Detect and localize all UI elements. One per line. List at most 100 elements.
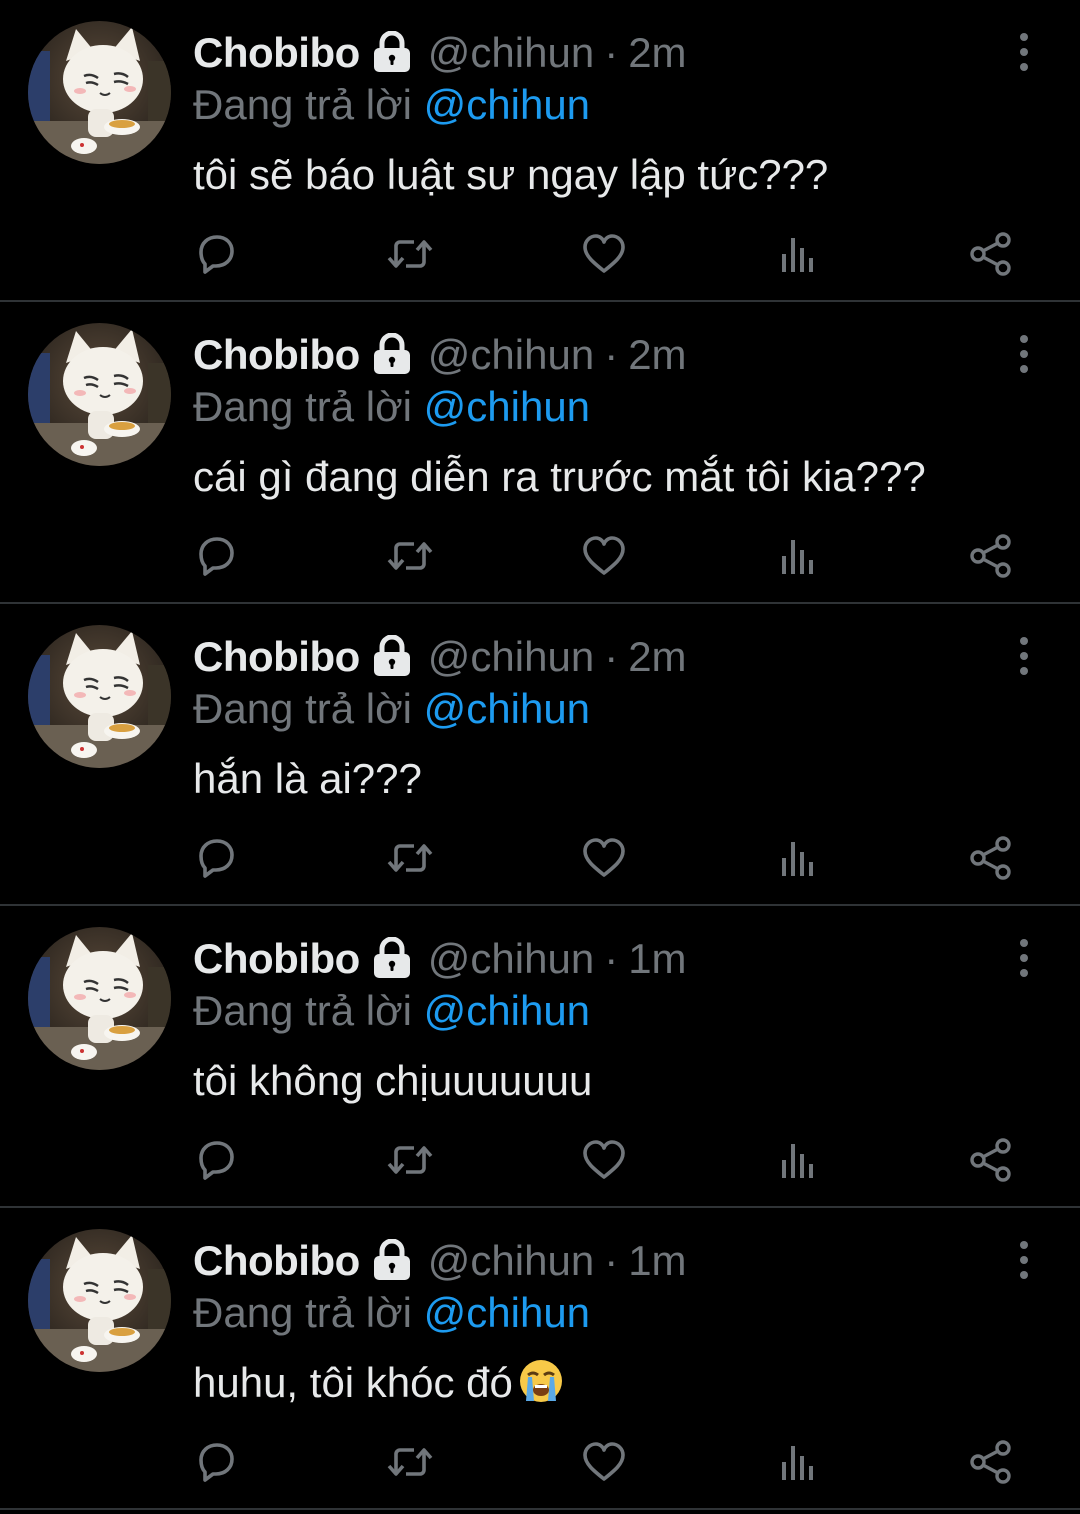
retweet-button[interactable]	[386, 834, 434, 882]
handle[interactable]: @chihun	[428, 1236, 594, 1286]
reply-button[interactable]	[192, 532, 240, 580]
more-vertical-icon[interactable]	[1014, 634, 1034, 678]
retweet-button[interactable]	[386, 532, 434, 580]
reply-prefix: Đang trả lời	[193, 685, 412, 732]
separator: ·	[604, 633, 619, 680]
share-button[interactable]	[967, 1136, 1015, 1184]
views-button[interactable]	[774, 834, 822, 882]
handle[interactable]: @chihun	[428, 330, 594, 380]
tweet[interactable]: Chobibo @chihun · 1m Đang trả lời @chihu…	[0, 1208, 1080, 1510]
tweet-header: Chobibo @chihun · 2m	[193, 28, 687, 78]
more-vertical-icon[interactable]	[1014, 332, 1034, 376]
reply-to-handle[interactable]: @chihun	[424, 383, 590, 430]
reply-prefix: Đang trả lời	[193, 987, 412, 1034]
like-button[interactable]	[580, 834, 628, 882]
reply-button[interactable]	[192, 834, 240, 882]
like-button[interactable]	[580, 532, 628, 580]
replying-to: Đang trả lời @chihun	[193, 684, 590, 734]
share-button[interactable]	[967, 1438, 1015, 1486]
action-bar	[0, 834, 1080, 886]
timestamp[interactable]: 2m	[628, 632, 686, 682]
display-name[interactable]: Chobibo	[193, 330, 360, 380]
tweet-header: Chobibo @chihun · 2m	[193, 632, 687, 682]
more-vertical-icon[interactable]	[1014, 30, 1034, 74]
reply-to-handle[interactable]: @chihun	[424, 987, 590, 1034]
heart-icon	[583, 1140, 625, 1179]
tweet[interactable]: Chobibo @chihun · 2m Đang trả lời @chihu…	[0, 0, 1080, 302]
reply-button[interactable]	[192, 1136, 240, 1184]
views-icon	[782, 842, 813, 876]
retweet-icon	[387, 1146, 433, 1174]
heart-icon	[583, 838, 625, 877]
tweet-text-content: hắn là ai???	[193, 755, 422, 802]
retweet-button[interactable]	[386, 1438, 434, 1486]
share-button[interactable]	[967, 532, 1015, 580]
display-name[interactable]: Chobibo	[193, 934, 360, 984]
reply-to-handle[interactable]: @chihun	[424, 81, 590, 128]
tweet-header: Chobibo @chihun · 1m	[193, 1236, 687, 1286]
replying-to: Đang trả lời @chihun	[193, 1288, 590, 1338]
views-button[interactable]	[774, 532, 822, 580]
reply-icon	[199, 1443, 234, 1482]
reply-button[interactable]	[192, 230, 240, 278]
like-button[interactable]	[580, 1438, 628, 1486]
lock-icon	[370, 634, 414, 679]
handle[interactable]: @chihun	[428, 28, 594, 78]
views-icon	[782, 540, 813, 574]
timestamp[interactable]: 2m	[628, 28, 686, 78]
share-button[interactable]	[967, 834, 1015, 882]
more-vertical-icon[interactable]	[1014, 1238, 1034, 1282]
reply-icon	[199, 1141, 234, 1180]
reply-prefix: Đang trả lời	[193, 81, 412, 128]
display-name[interactable]: Chobibo	[193, 1236, 360, 1286]
share-icon	[970, 534, 1011, 578]
lock-icon	[370, 936, 414, 981]
retweet-icon	[387, 844, 433, 872]
lock-icon	[370, 1238, 414, 1283]
avatar[interactable]	[28, 21, 171, 164]
tweet-header: Chobibo @chihun · 1m	[193, 934, 687, 984]
views-button[interactable]	[774, 230, 822, 278]
tweet[interactable]: Chobibo @chihun · 2m Đang trả lời @chihu…	[0, 604, 1080, 906]
action-bar	[0, 532, 1080, 584]
reply-to-handle[interactable]: @chihun	[424, 1289, 590, 1336]
avatar[interactable]	[28, 625, 171, 768]
timestamp[interactable]: 1m	[628, 934, 686, 984]
tweet-text-content: huhu, tôi khóc đó	[193, 1359, 513, 1406]
display-name[interactable]: Chobibo	[193, 28, 360, 78]
share-button[interactable]	[967, 230, 1015, 278]
separator: ·	[604, 29, 619, 76]
views-button[interactable]	[774, 1136, 822, 1184]
like-button[interactable]	[580, 230, 628, 278]
reply-button[interactable]	[192, 1438, 240, 1486]
replying-to: Đang trả lời @chihun	[193, 80, 590, 130]
heart-icon	[583, 234, 625, 273]
share-icon	[970, 836, 1011, 880]
tweet[interactable]: Chobibo @chihun · 1m Đang trả lời @chihu…	[0, 906, 1080, 1208]
tweet-text-content: tôi sẽ báo luật sư ngay lập tức???	[193, 151, 829, 198]
tweet-text: tôi không chịuuuuuuu	[193, 1054, 592, 1108]
loudly-crying-face-emoji	[517, 1357, 565, 1405]
avatar[interactable]	[28, 323, 171, 466]
reply-prefix: Đang trả lời	[193, 383, 412, 430]
separator: ·	[604, 1237, 619, 1284]
avatar[interactable]	[28, 1229, 171, 1372]
reply-to-handle[interactable]: @chihun	[424, 685, 590, 732]
timestamp[interactable]: 2m	[628, 330, 686, 380]
share-icon	[970, 1138, 1011, 1182]
more-vertical-icon[interactable]	[1014, 936, 1034, 980]
handle[interactable]: @chihun	[428, 632, 594, 682]
views-icon	[782, 1446, 813, 1480]
tweet[interactable]: Chobibo @chihun · 2m Đang trả lời @chihu…	[0, 302, 1080, 604]
display-name[interactable]: Chobibo	[193, 632, 360, 682]
avatar[interactable]	[28, 927, 171, 1070]
handle[interactable]: @chihun	[428, 934, 594, 984]
tweet-text-content: cái gì đang diễn ra trước mắt tôi kia???	[193, 453, 926, 500]
like-button[interactable]	[580, 1136, 628, 1184]
views-button[interactable]	[774, 1438, 822, 1486]
retweet-button[interactable]	[386, 230, 434, 278]
replying-to: Đang trả lời @chihun	[193, 382, 590, 432]
retweet-icon	[387, 1448, 433, 1476]
timestamp[interactable]: 1m	[628, 1236, 686, 1286]
retweet-button[interactable]	[386, 1136, 434, 1184]
